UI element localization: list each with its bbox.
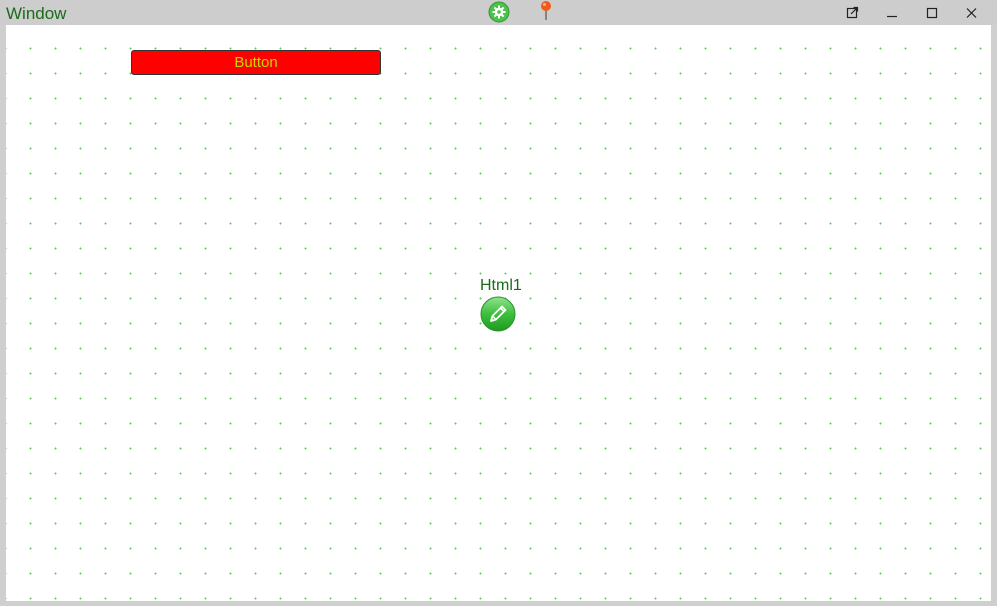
html-widget-label: Html1 (480, 277, 522, 294)
close-icon (966, 8, 977, 18)
design-canvas[interactable]: Button Html1 (6, 25, 991, 601)
window-title: Window (6, 4, 67, 23)
minimize-icon (887, 15, 897, 18)
title-bar: Window (0, 0, 997, 25)
maximize-button[interactable] (917, 2, 947, 24)
canvas-button[interactable]: Button (131, 50, 381, 75)
pin-icon[interactable] (537, 0, 555, 22)
html-widget[interactable]: Html1 (480, 277, 540, 337)
close-button[interactable] (956, 2, 986, 24)
maximize-icon (926, 7, 938, 19)
popout-button[interactable] (838, 2, 868, 24)
gear-icon[interactable] (488, 1, 510, 23)
minimize-button[interactable] (877, 2, 907, 24)
popout-icon (846, 6, 859, 19)
pencil-icon[interactable] (480, 296, 516, 332)
app-window: Window Button Html1 (0, 0, 997, 606)
